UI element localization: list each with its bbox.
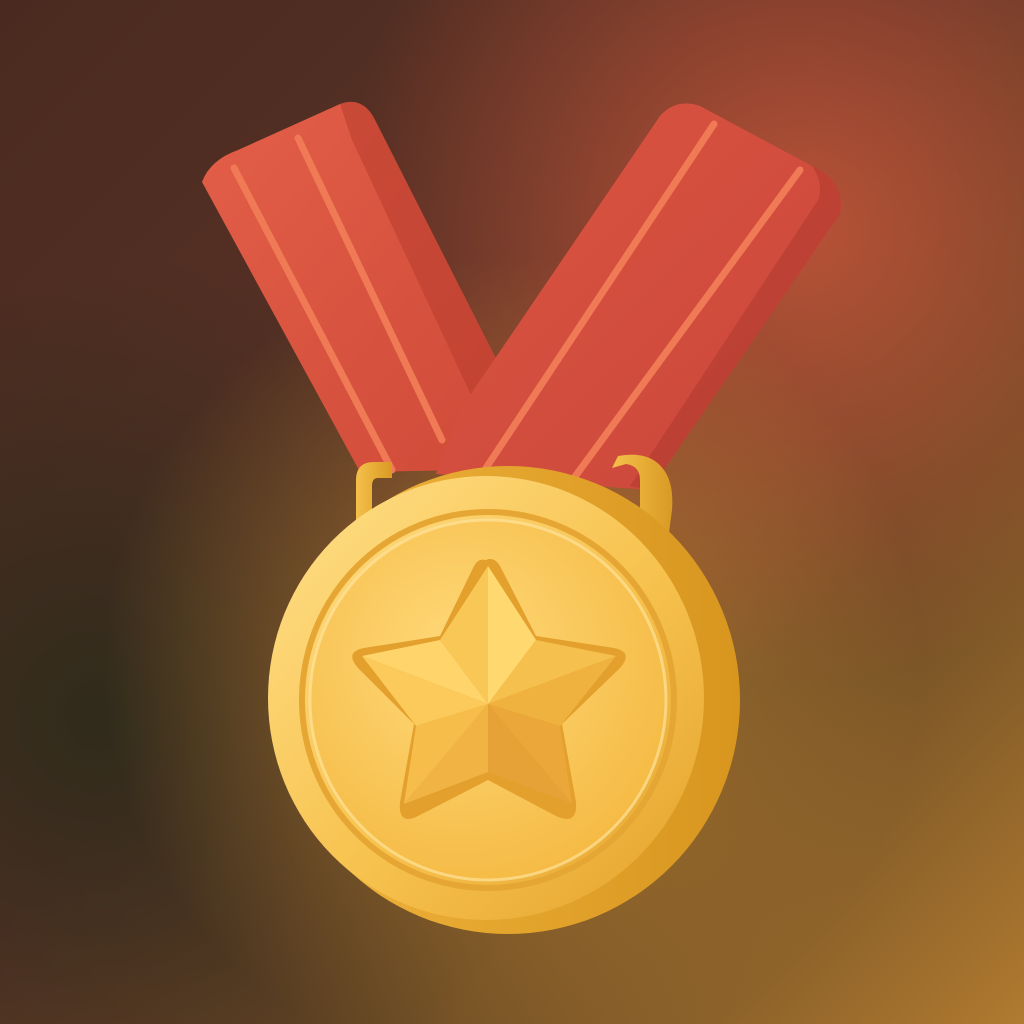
medal-icon bbox=[0, 0, 1024, 1024]
medal-illustration bbox=[0, 0, 1024, 1024]
